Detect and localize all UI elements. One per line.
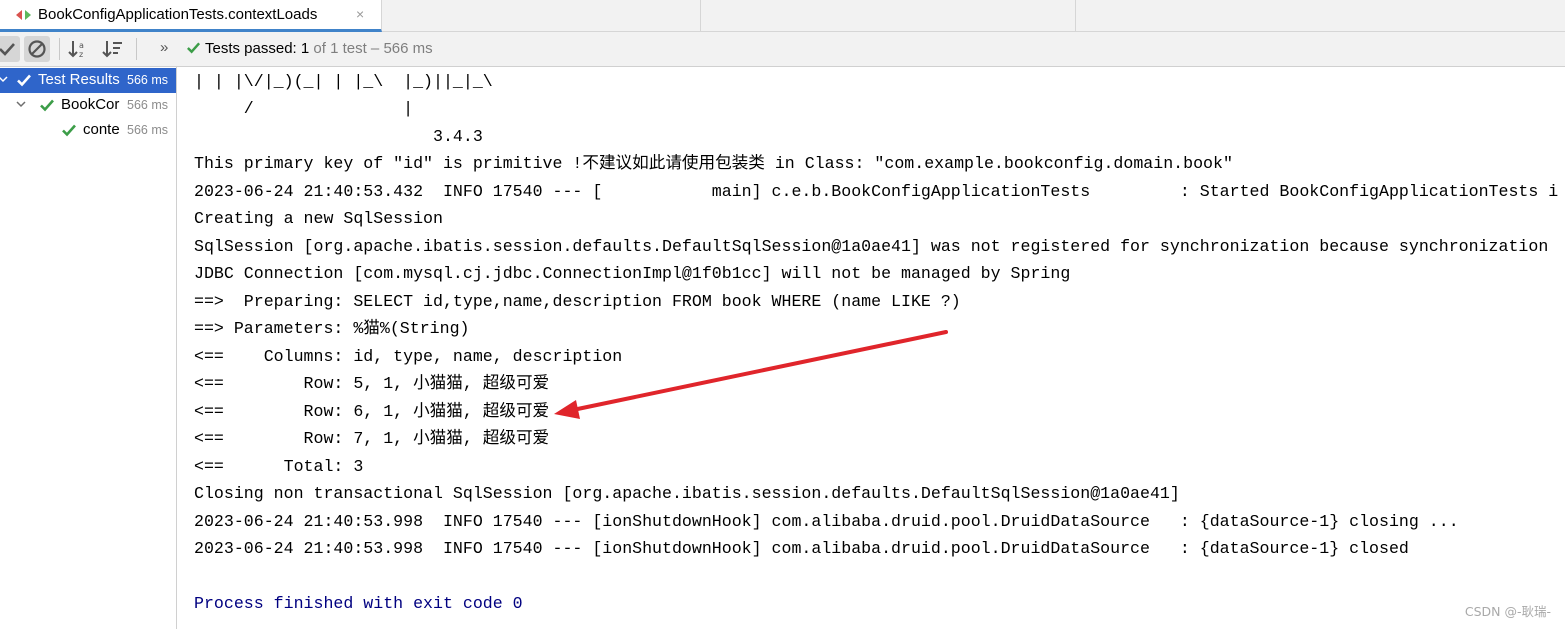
tree-item-time: 566 ms (127, 73, 168, 87)
status-label: Tests passed: (205, 40, 301, 57)
passed-check-icon (17, 74, 31, 87)
show-ignored-button[interactable] (24, 36, 50, 62)
passed-check-icon (187, 42, 201, 54)
chevron-down-icon (0, 76, 8, 83)
tree-item-label: conte (83, 121, 120, 138)
test-results-tree: Test Results 566 ms BookCor 566 ms conte… (0, 67, 177, 629)
more-actions-icon[interactable]: » (160, 39, 168, 56)
sort-alpha-icon: a z (68, 41, 84, 59)
tree-item-time: 566 ms (127, 98, 168, 112)
tab-title: BookConfigApplicationTests.contextLoads (38, 6, 318, 23)
passed-check-icon (40, 99, 54, 112)
watermark: CSDN @-耿瑞- (1464, 604, 1551, 619)
tree-item-time: 566 ms (127, 123, 168, 137)
toolbar-separator (59, 38, 60, 60)
tree-item-test-results[interactable]: Test Results 566 ms (0, 68, 176, 93)
tab-divider (1075, 0, 1076, 31)
ignored-icon (28, 40, 46, 58)
sort-by-duration-button[interactable] (100, 36, 126, 62)
tree-item-label: Test Results (38, 71, 120, 88)
sort-duration-icon (102, 41, 122, 58)
status-count: 1 (300, 40, 310, 57)
show-passed-button[interactable] (0, 36, 20, 62)
editor-tab-bar: BookConfigApplicationTests.contextLoads … (0, 0, 1565, 32)
chevron-down-icon (16, 101, 26, 108)
svg-text:a: a (79, 41, 84, 50)
tab-test-config[interactable]: BookConfigApplicationTests.contextLoads … (0, 0, 382, 32)
close-icon[interactable]: × (356, 6, 364, 22)
tree-item-test-class[interactable]: BookCor 566 ms (0, 93, 176, 118)
sort-alphabetically-button[interactable]: a z (66, 36, 92, 62)
toolbar-separator (136, 38, 137, 60)
svg-text:z: z (79, 50, 83, 59)
test-status: Tests passed: 1 of 1 test – 566 ms (186, 40, 433, 57)
status-detail: of 1 test – 566 ms (309, 40, 433, 57)
passed-check-icon (62, 124, 76, 137)
run-config-icon (16, 10, 31, 20)
tree-item-label: BookCor (61, 96, 120, 113)
test-runner-toolbar: a z » Tests passed: 1 of 1 test – 566 ms (0, 32, 1565, 67)
annotation-arrow (554, 330, 948, 419)
console-output[interactable]: | | |\/|_)(_| | |_\ |_)||_|_\ / | 3.4.3 … (178, 67, 1565, 629)
checkmark-icon (0, 43, 15, 56)
tree-item-test-method[interactable]: conte 566 ms (0, 118, 176, 143)
tab-divider (700, 0, 701, 31)
